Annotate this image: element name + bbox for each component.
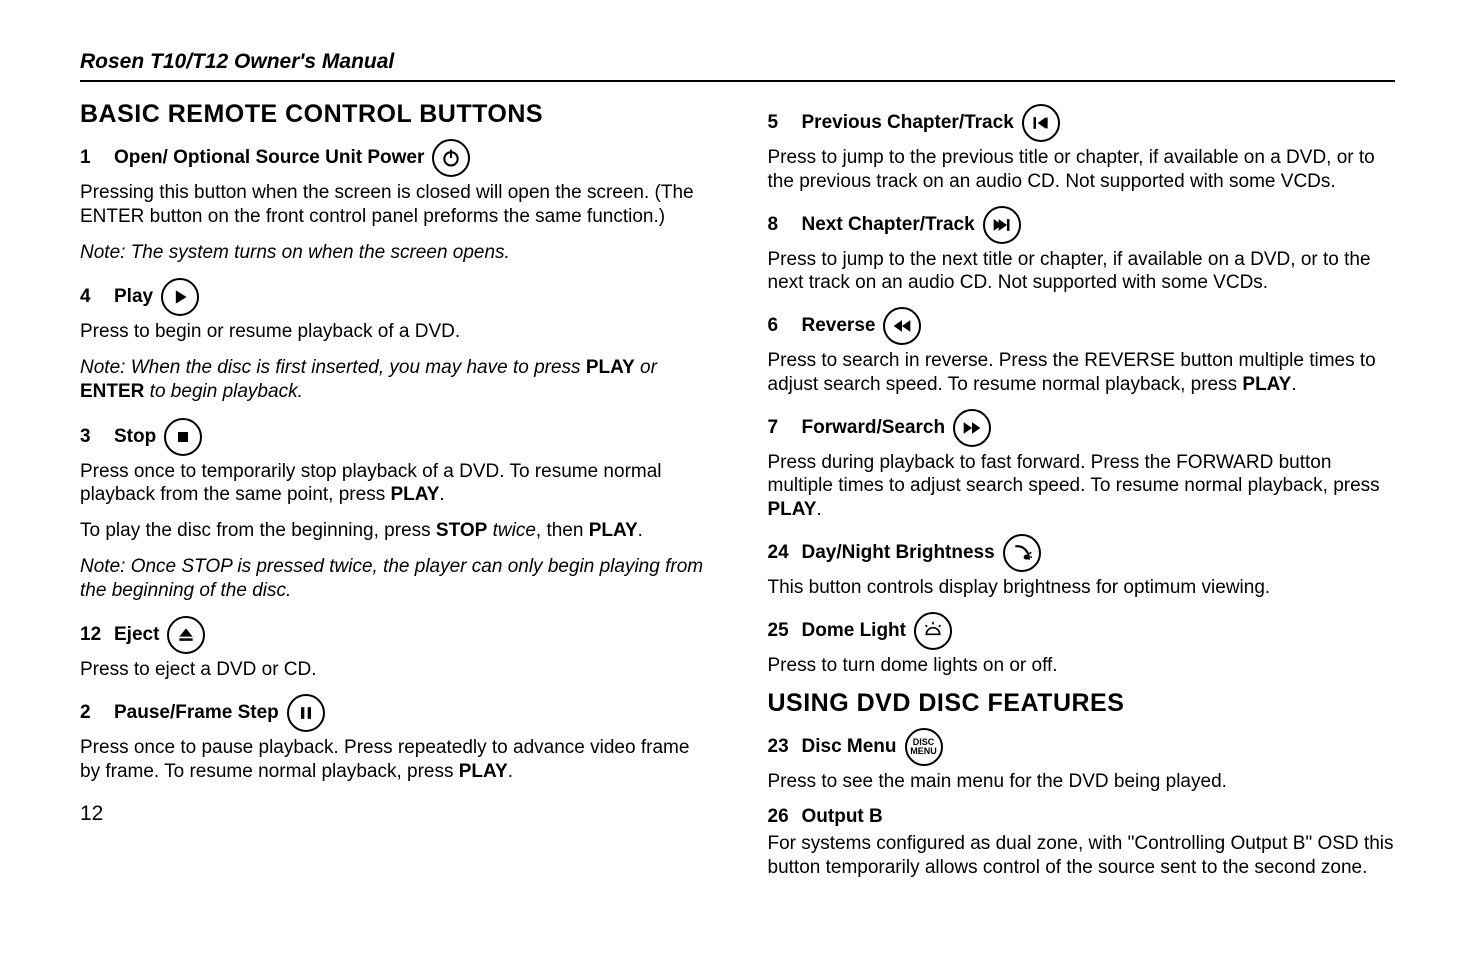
item-26-number: 26 xyxy=(768,806,794,828)
item-3-number: 3 xyxy=(80,426,106,448)
item-25-header: 25 Dome Light xyxy=(768,612,1396,650)
item-7-body-post: . xyxy=(816,499,821,520)
item-1-header: 1 Open/ Optional Source Unit Power xyxy=(80,139,708,177)
item-12-label: Eject xyxy=(114,624,159,646)
item-7-body-pre: Press during playback to fast forward. P… xyxy=(768,452,1380,497)
item-2-body-post: . xyxy=(508,761,513,782)
right-column: 5 Previous Chapter/Track Press to jump t… xyxy=(768,100,1396,892)
item-12-number: 12 xyxy=(80,624,106,646)
item-4-number: 4 xyxy=(80,286,106,308)
item-3-label: Stop xyxy=(114,426,156,448)
b3-2d: , then xyxy=(536,520,589,541)
item-1-body: Pressing this button when the screen is … xyxy=(80,181,708,229)
fast-forward-icon xyxy=(953,409,991,447)
item-7-body-bold: PLAY xyxy=(768,499,817,520)
item-7-number: 7 xyxy=(768,417,794,439)
manual-page: Rosen T10/T12 Owner's Manual BASIC REMOT… xyxy=(0,0,1475,912)
b3-2b: STOP xyxy=(436,520,487,541)
play-icon xyxy=(161,278,199,316)
item-23-number: 23 xyxy=(768,736,794,758)
item-4-note-bold2: ENTER xyxy=(80,381,144,402)
item-25-body: Press to turn dome lights on or off. xyxy=(768,654,1396,678)
item-7-header: 7 Forward/Search xyxy=(768,409,1396,447)
item-3-body-post: . xyxy=(439,484,444,505)
item-4-body: Press to begin or resume playback of a D… xyxy=(80,320,708,344)
running-header: Rosen T10/T12 Owner's Manual xyxy=(80,50,1395,82)
disc-menu-icon: DISC MENU xyxy=(905,728,943,766)
item-24-body: This button controls display brightness … xyxy=(768,576,1396,600)
item-5-label: Previous Chapter/Track xyxy=(802,112,1014,134)
item-4-note-mid: or xyxy=(635,357,657,378)
dome-light-icon xyxy=(914,612,952,650)
item-26-body: For systems configured as dual zone, wit… xyxy=(768,832,1396,880)
item-6-body: Press to search in reverse. Press the RE… xyxy=(768,349,1396,397)
item-23-label: Disc Menu xyxy=(802,736,897,758)
item-8-number: 8 xyxy=(768,214,794,236)
b3-2a: To play the disc from the beginning, pre… xyxy=(80,520,436,541)
item-5-header: 5 Previous Chapter/Track xyxy=(768,104,1396,142)
item-6-header: 6 Reverse xyxy=(768,307,1396,345)
page-number: 12 xyxy=(80,802,708,826)
b3-2c: twice xyxy=(487,520,536,541)
item-4-note-post: to begin playback. xyxy=(144,381,302,402)
disc-menu-icon-text: DISC MENU xyxy=(910,738,937,756)
item-12-header: 12 Eject xyxy=(80,616,708,654)
item-25-label: Dome Light xyxy=(802,620,907,642)
section-title-basic: BASIC REMOTE CONTROL BUTTONS xyxy=(80,100,708,129)
item-24-header: 24 Day/Night Brightness xyxy=(768,534,1396,572)
item-7-body: Press during playback to fast forward. P… xyxy=(768,451,1396,522)
item-1-number: 1 xyxy=(80,147,106,169)
item-5-body: Press to jump to the previous title or c… xyxy=(768,146,1396,194)
power-icon xyxy=(432,139,470,177)
item-25-number: 25 xyxy=(768,620,794,642)
item-4-header: 4 Play xyxy=(80,278,708,316)
item-6-label: Reverse xyxy=(802,315,876,337)
item-24-number: 24 xyxy=(768,542,794,564)
item-4-note: Note: When the disc is first inserted, y… xyxy=(80,356,708,404)
item-7-label: Forward/Search xyxy=(802,417,946,439)
item-24-label: Day/Night Brightness xyxy=(802,542,995,564)
brightness-icon xyxy=(1003,534,1041,572)
item-3-body: Press once to temporarily stop playback … xyxy=(80,460,708,508)
item-3-note: Note: Once STOP is pressed twice, the pl… xyxy=(80,555,708,603)
item-3-body2: To play the disc from the beginning, pre… xyxy=(80,519,708,543)
item-2-body-bold: PLAY xyxy=(459,761,508,782)
item-1-label: Open/ Optional Source Unit Power xyxy=(114,147,424,169)
item-4-note-bold1: PLAY xyxy=(586,357,635,378)
item-3-body-pre: Press once to temporarily stop playback … xyxy=(80,461,662,506)
item-2-label: Pause/Frame Step xyxy=(114,702,279,724)
item-4-note-pre: Note: When the disc is first inserted, y… xyxy=(80,357,586,378)
pause-icon xyxy=(287,694,325,732)
item-6-number: 6 xyxy=(768,315,794,337)
item-4-label: Play xyxy=(114,286,153,308)
left-column: BASIC REMOTE CONTROL BUTTONS 1 Open/ Opt… xyxy=(80,100,708,892)
item-5-number: 5 xyxy=(768,112,794,134)
item-23-header: 23 Disc Menu DISC MENU xyxy=(768,728,1396,766)
b3-2f: . xyxy=(638,520,643,541)
item-12-body: Press to eject a DVD or CD. xyxy=(80,658,708,682)
section-title-dvd: USING DVD DISC FEATURES xyxy=(768,689,1396,718)
item-3-header: 3 Stop xyxy=(80,418,708,456)
item-2-body: Press once to pause playback. Press repe… xyxy=(80,736,708,784)
rewind-icon xyxy=(883,307,921,345)
b3-2e: PLAY xyxy=(589,520,638,541)
item-26-label: Output B xyxy=(802,806,883,828)
next-track-icon xyxy=(983,206,1021,244)
item-6-body-bold: PLAY xyxy=(1242,374,1291,395)
item-8-label: Next Chapter/Track xyxy=(802,214,975,236)
previous-track-icon xyxy=(1022,104,1060,142)
item-2-body-pre: Press once to pause playback. Press repe… xyxy=(80,737,689,782)
stop-icon xyxy=(164,418,202,456)
item-3-body-bold: PLAY xyxy=(390,484,439,505)
item-2-header: 2 Pause/Frame Step xyxy=(80,694,708,732)
item-23-body: Press to see the main menu for the DVD b… xyxy=(768,770,1396,794)
item-26-header: 26 Output B xyxy=(768,806,1396,828)
item-6-body-post: . xyxy=(1291,374,1296,395)
item-1-note: Note: The system turns on when the scree… xyxy=(80,241,708,265)
item-8-header: 8 Next Chapter/Track xyxy=(768,206,1396,244)
content-columns: BASIC REMOTE CONTROL BUTTONS 1 Open/ Opt… xyxy=(80,100,1395,892)
item-2-number: 2 xyxy=(80,702,106,724)
eject-icon xyxy=(167,616,205,654)
item-8-body: Press to jump to the next title or chapt… xyxy=(768,248,1396,296)
